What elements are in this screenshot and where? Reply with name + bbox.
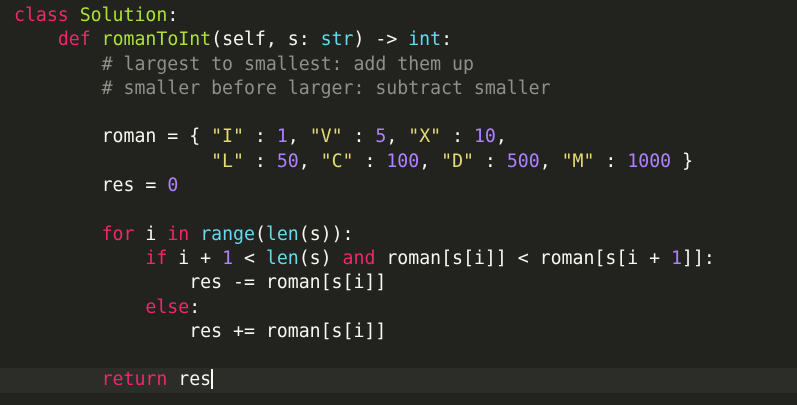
code-line[interactable]: res += roman[s[i]]	[14, 320, 797, 344]
code-editor[interactable]: class Solution: def romanToInt(self, s: …	[0, 0, 797, 405]
code-token-pl: :	[243, 150, 277, 172]
code-token-str: "D"	[441, 150, 474, 172]
code-token-kw: else	[145, 296, 190, 318]
code-line[interactable]: class Solution:	[14, 4, 797, 28]
code-token-str: "X"	[408, 126, 442, 148]
code-line[interactable]: res = 0	[14, 174, 797, 198]
code-token-num: 1	[276, 126, 288, 148]
code-token-str: "V"	[309, 126, 343, 148]
code-token-pl: ) ->	[353, 29, 409, 51]
code-token-pl: res -= roman[s[i]]	[14, 272, 387, 294]
code-token-kw: class	[14, 5, 69, 26]
code-token-pl: (s)):	[298, 223, 354, 245]
code-token-str: "I"	[211, 126, 244, 148]
code-token-kw: in	[167, 223, 190, 245]
code-token-fn: romanToInt	[101, 29, 212, 51]
code-token-bi: range	[200, 223, 255, 245]
text-cursor	[211, 369, 214, 390]
code-line[interactable]: def romanToInt(self, s: str) -> int:	[14, 28, 797, 52]
code-token-pl: ,	[298, 150, 321, 172]
code-token-kw: return	[101, 369, 168, 391]
code-token-num: 100	[386, 150, 420, 172]
code-line[interactable]	[14, 344, 797, 368]
code-token-cm: # smaller before larger: subtract smalle…	[101, 77, 551, 99]
code-token-pl: ,	[495, 126, 507, 148]
code-token-pl: res =	[14, 175, 168, 197]
code-token-kw: if	[145, 247, 168, 269]
code-area[interactable]: class Solution: def romanToInt(self, s: …	[0, 4, 797, 393]
code-token-cm: # largest to smallest: add them up	[101, 53, 474, 75]
code-line[interactable]: "L" : 50, "C" : 100, "D" : 500, "M" : 10…	[14, 150, 797, 174]
code-token-kw: def	[57, 29, 91, 51]
code-token-pl: roman[s[i]] < roman[s[i +	[375, 247, 672, 269]
code-token-bi: int	[408, 29, 442, 51]
code-token-kw: and	[342, 247, 376, 269]
code-token-pl: ,	[419, 150, 442, 172]
code-token-pl: (s)	[298, 247, 343, 269]
code-token-num: 1	[222, 247, 234, 269]
code-token-pl: :	[473, 150, 507, 172]
code-token-num: 50	[276, 150, 299, 172]
code-token-pl: ,	[287, 126, 310, 148]
code-token-bi: str	[320, 29, 354, 51]
code-token-pl: }	[671, 150, 694, 172]
code-token-kw: for	[101, 223, 135, 245]
code-line[interactable]	[14, 198, 797, 222]
code-token-str: "L"	[211, 150, 244, 172]
code-token-pl: :	[167, 5, 179, 26]
code-token-str: "M"	[561, 150, 595, 172]
code-token-pl: (self, s:	[211, 29, 321, 51]
code-line[interactable]: res -= roman[s[i]]	[14, 271, 797, 295]
code-token-num: 1	[671, 247, 683, 269]
code-token-bi: len	[265, 247, 299, 269]
code-token-pl: ]]:	[682, 247, 715, 269]
code-line[interactable]: # smaller before larger: subtract smalle…	[14, 77, 797, 101]
code-token-pl: res += roman[s[i]]	[14, 320, 387, 342]
code-token-pl: i +	[167, 247, 223, 269]
code-line[interactable]	[14, 101, 797, 125]
code-token-fn: Solution	[79, 5, 168, 26]
code-token-num: 5	[375, 126, 387, 148]
code-token-num: 0	[167, 175, 179, 197]
code-token-pl: :	[342, 126, 376, 148]
code-token-str: "C"	[320, 150, 354, 172]
code-token-num: 10	[473, 126, 496, 148]
code-token-pl: :	[353, 150, 387, 172]
code-token-bi: len	[265, 223, 299, 245]
code-token-pl: :	[243, 126, 277, 148]
code-line[interactable]: # largest to smallest: add them up	[14, 53, 797, 77]
code-token-pl: ,	[539, 150, 562, 172]
code-line[interactable]: for i in range(len(s)):	[14, 223, 797, 247]
code-token-pl: ,	[386, 126, 409, 148]
code-token-pl: :	[441, 126, 474, 148]
code-token-num: 500	[506, 150, 540, 172]
code-token-pl: <	[233, 247, 266, 269]
code-token-pl: :	[594, 150, 628, 172]
code-token-pl: (	[254, 223, 266, 245]
code-token-pl: i	[134, 223, 168, 245]
code-token-pl: res	[167, 369, 212, 391]
code-token-pl: roman = {	[14, 126, 212, 148]
code-token-pl: :	[441, 29, 453, 51]
code-line[interactable]: else:	[14, 296, 797, 320]
code-line[interactable]: if i + 1 < len(s) and roman[s[i]] < roma…	[14, 247, 797, 271]
code-token-num: 1000	[627, 150, 672, 172]
code-line[interactable]: roman = { "I" : 1, "V" : 5, "X" : 10,	[14, 125, 797, 149]
code-line[interactable]: return res	[0, 368, 797, 393]
code-token-pl: :	[189, 296, 201, 318]
